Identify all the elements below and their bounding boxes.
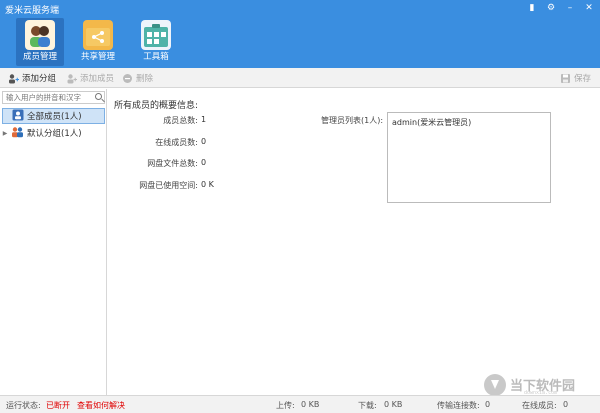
save-button[interactable]: 保存 [560, 68, 591, 88]
title-bar: 爱米云服务端 ▮ ⚙ – ✕ 成员管理 共享管理 工具箱 [0, 0, 600, 68]
stat-value-used-space: 0 K [201, 180, 214, 189]
tree-item-label: 全部成员(1人) [27, 112, 82, 122]
stat-value-total-members: 1 [201, 115, 207, 124]
tree-item-label: 默认分组(1人) [27, 129, 82, 139]
toolbar: 添加分组 添加成员 删除 保存 [0, 68, 600, 88]
gear-icon[interactable]: ⚙ [546, 3, 556, 13]
stat-value-file-count: 0 [201, 158, 207, 167]
members-icon [25, 20, 55, 50]
transfer-label: 传输连接数: [437, 401, 480, 410]
app-title: 爱米云服务端 [5, 6, 60, 16]
add-member-label: 添加成员 [80, 74, 115, 84]
online-label: 在线成员: [522, 401, 557, 410]
save-label: 保存 [574, 74, 592, 84]
stat-label-total-members: 成员总数: [163, 116, 198, 125]
add-group-icon [8, 73, 19, 84]
sidebar: 全部成员(1人) ▶ 默认分组(1人) [0, 89, 107, 395]
delete-label: 删除 [136, 74, 154, 84]
section-title: 所有成员的概要信息: [114, 101, 199, 111]
download-label: 下载: [358, 401, 377, 410]
toolbox-icon [141, 20, 171, 50]
add-group-label: 添加分组 [22, 74, 57, 84]
tree-item-all-members[interactable]: 全部成员(1人) [2, 108, 105, 124]
run-status-value: 已断开 [46, 401, 70, 410]
module-toolbox[interactable]: 工具箱 [132, 18, 180, 66]
stat-value-online-members: 0 [201, 137, 207, 146]
delete-icon [122, 73, 133, 84]
download-value: 0 KB [384, 400, 403, 409]
stat-label-used-space: 网盘已使用空间: [139, 181, 198, 190]
upload-label: 上传: [276, 401, 295, 410]
search-icon[interactable] [95, 93, 102, 100]
module-share-management[interactable]: 共享管理 [74, 18, 122, 66]
module-label: 成员管理 [22, 52, 57, 62]
upload-value: 0 KB [301, 400, 320, 409]
minimize-icon[interactable]: – [565, 3, 575, 13]
module-label: 工具箱 [143, 52, 169, 62]
online-value: 0 [563, 400, 569, 409]
main-content: 所有成员的概要信息: 成员总数: 1 在线成员数: 0 网盘文件总数: 0 网盘… [108, 89, 600, 395]
save-icon [560, 73, 571, 84]
group-icon [11, 126, 24, 141]
expand-arrow-icon[interactable]: ▶ [2, 130, 8, 137]
tree-item-default-group[interactable]: ▶ 默认分组(1人) [2, 125, 105, 141]
module-label: 共享管理 [80, 52, 115, 62]
run-status-label: 运行状态: [6, 401, 41, 410]
stat-label-online-members: 在线成员数: [155, 138, 198, 147]
admin-list-label: 管理员列表(1人): [321, 116, 384, 125]
feedback-icon[interactable]: ▮ [527, 3, 537, 13]
add-member-button[interactable]: 添加成员 [66, 68, 114, 88]
window-controls: ▮ ⚙ – ✕ [527, 3, 594, 13]
member-card-icon [12, 109, 24, 124]
help-link[interactable]: 查看如何解决 [77, 400, 125, 411]
module-member-management[interactable]: 成员管理 [16, 18, 64, 66]
close-icon[interactable]: ✕ [584, 3, 594, 13]
watermark: 当下软件园 downxia.com [484, 374, 600, 396]
share-folder-icon [83, 20, 113, 50]
status-bar: 运行状态: 已断开 查看如何解决 上传: 0 KB 下载: 0 KB 传输连接数… [0, 395, 600, 413]
add-member-icon [66, 73, 77, 84]
admin-list-item[interactable]: admin(爱米云管理员) [392, 117, 546, 128]
stat-label-file-count: 网盘文件总数: [147, 159, 198, 168]
add-group-button[interactable]: 添加分组 [8, 68, 56, 88]
admin-list[interactable]: admin(爱米云管理员) [387, 112, 551, 203]
transfer-value: 0 [485, 400, 491, 409]
search-input[interactable] [2, 91, 105, 104]
delete-button[interactable]: 删除 [122, 68, 153, 88]
download-logo-icon [484, 374, 506, 396]
